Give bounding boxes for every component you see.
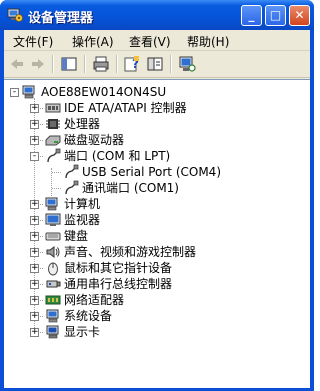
tree-item-label: 端口 (COM 和 LPT) (64, 149, 171, 163)
menu-help[interactable]: 帮助(H) (187, 33, 229, 50)
tree-root[interactable]: - AOE88EW014ON4SU (4, 84, 304, 100)
back-icon[interactable] (7, 54, 27, 74)
computer-icon (22, 85, 35, 99)
tree-item-label: 通用串行总线控制器 (64, 277, 173, 291)
computer-icon (45, 197, 58, 211)
toolbar: ? (4, 51, 310, 78)
port-icon (65, 164, 79, 179)
tree-item[interactable]: + 显示卡 (4, 324, 304, 340)
title-bar[interactable]: 设备管理器 _ □ ✕ (0, 0, 314, 30)
minimize-button[interactable]: _ (241, 5, 262, 26)
toolbar-separator (116, 55, 118, 73)
expand-toggle[interactable]: + (30, 136, 39, 145)
tree-child-item[interactable]: 通讯端口 (COM1) (4, 180, 304, 196)
toolbar-separator (52, 55, 54, 73)
show-hide-icon[interactable] (145, 54, 165, 74)
console-tree-icon[interactable] (59, 54, 79, 74)
mouse-icon (48, 262, 58, 276)
menu-view[interactable]: 查看(V) (129, 33, 171, 50)
collapse-toggle[interactable]: - (10, 88, 19, 97)
expand-toggle[interactable]: + (30, 280, 39, 289)
display-adapter-icon (46, 325, 59, 339)
tree-item-label: 显示卡 (64, 325, 101, 339)
tree-item[interactable]: + 鼠标和其它指针设备 (4, 260, 304, 276)
toolbar-separator (84, 55, 86, 73)
port-icon (47, 148, 61, 163)
tree-item-label: 监视器 (64, 213, 101, 227)
device-manager-window: 设备管理器 _ □ ✕ 文件(F) 操作(A) 查看(V) 帮助(H) ? - … (0, 0, 314, 391)
expand-toggle[interactable]: + (30, 232, 39, 241)
scan-hardware-icon[interactable] (177, 54, 197, 74)
forward-icon[interactable] (28, 54, 48, 74)
print-icon[interactable] (91, 54, 111, 74)
expand-toggle[interactable]: + (30, 296, 39, 305)
tree-connector (52, 188, 61, 189)
tree-child-label: 通讯端口 (COM1) (82, 181, 179, 195)
monitor-icon (45, 213, 61, 226)
close-button[interactable]: ✕ (289, 5, 310, 26)
tree-connector (52, 172, 61, 173)
tree-item-label: 键盘 (64, 229, 89, 243)
expand-toggle[interactable]: + (30, 120, 39, 129)
tree-item[interactable]: + 声音、视频和游戏控制器 (4, 244, 304, 260)
expand-toggle[interactable]: + (30, 264, 39, 273)
tree-root-label: AOE88EW014ON4SU (41, 85, 167, 99)
tree-item-label: 系统设备 (64, 309, 113, 323)
menu-file[interactable]: 文件(F) (13, 33, 53, 50)
client-area: 文件(F) 操作(A) 查看(V) 帮助(H) ? - AOE88EW014ON… (4, 30, 310, 388)
tree-item[interactable]: + 键盘 (4, 228, 304, 244)
maximize-button[interactable]: □ (265, 5, 286, 26)
window-title: 设备管理器 (28, 11, 94, 26)
sound-icon (46, 246, 60, 258)
ide-controller-icon (45, 103, 61, 113)
tree-item-label: 磁盘驱动器 (64, 133, 125, 147)
tree-item-label: 计算机 (64, 197, 101, 211)
usb-icon (46, 280, 61, 288)
disk-drive-icon (45, 135, 61, 146)
tree-item-label: 处理器 (64, 117, 101, 131)
expand-toggle[interactable]: + (30, 216, 39, 225)
menu-bar: 文件(F) 操作(A) 查看(V) 帮助(H) (4, 30, 310, 51)
properties-help-icon[interactable]: ? (122, 54, 142, 74)
system-device-icon (46, 309, 59, 323)
tree-item[interactable]: - 端口 (COM 和 LPT) (4, 148, 304, 164)
tree-item[interactable]: + 监视器 (4, 212, 304, 228)
tree-item[interactable]: + 系统设备 (4, 308, 304, 324)
tree-item[interactable]: + 计算机 (4, 196, 304, 212)
tree-item-label: IDE ATA/ATAPI 控制器 (64, 101, 187, 115)
device-tree[interactable]: - AOE88EW014ON4SU + IDE ATA/ATAPI 控制器 + 处理器… (4, 79, 310, 388)
toolbar-separator (170, 55, 172, 73)
tree-item[interactable]: + 通用串行总线控制器 (4, 276, 304, 292)
tree-item-label: 网络适配器 (64, 293, 125, 307)
tree-item[interactable]: + 磁盘驱动器 (4, 132, 304, 148)
collapse-toggle[interactable]: - (30, 152, 39, 161)
expand-toggle[interactable]: + (30, 312, 39, 321)
expand-toggle[interactable]: + (30, 328, 39, 337)
processor-icon (46, 119, 60, 129)
expand-toggle[interactable]: + (30, 104, 39, 113)
tree-item[interactable]: + 网络适配器 (4, 292, 304, 308)
menu-action[interactable]: 操作(A) (72, 33, 114, 50)
tree-item-label: 声音、视频和游戏控制器 (64, 245, 197, 259)
keyboard-icon (45, 232, 61, 241)
tree-child-label: USB Serial Port (COM4) (82, 165, 221, 179)
port-icon (65, 180, 79, 195)
expand-toggle[interactable]: + (30, 248, 39, 257)
tree-item-label: 鼠标和其它指针设备 (64, 261, 173, 275)
tree-item[interactable]: + 处理器 (4, 116, 304, 132)
expand-toggle[interactable]: + (30, 200, 39, 209)
tree-child-item[interactable]: USB Serial Port (COM4) (4, 164, 304, 180)
device-manager-icon (7, 8, 23, 22)
network-adapter-icon (45, 295, 61, 305)
tree-item[interactable]: + IDE ATA/ATAPI 控制器 (4, 100, 304, 116)
